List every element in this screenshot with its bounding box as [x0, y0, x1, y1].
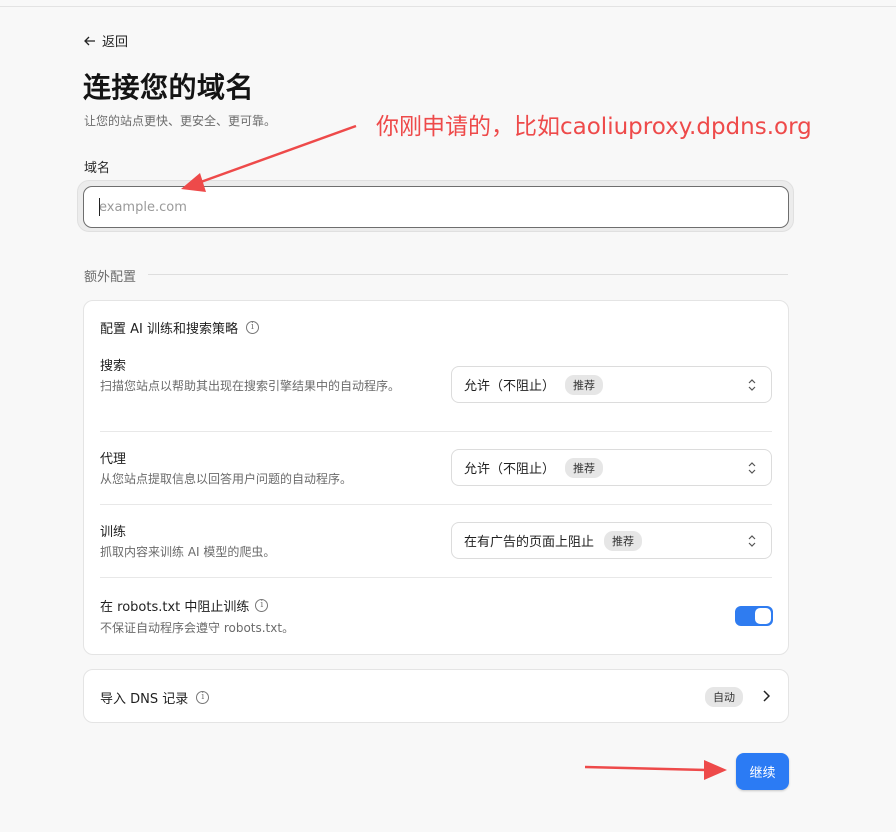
robots-row-title-text: 在 robots.txt 中阻止训练 — [100, 600, 250, 615]
row-divider — [100, 577, 772, 578]
training-row-title: 训练 — [100, 525, 127, 540]
continue-button[interactable]: 继续 — [736, 753, 789, 790]
page-title: 连接您的域名 — [83, 71, 255, 104]
info-icon[interactable]: i — [196, 691, 210, 704]
chevron-up-down-icon — [748, 462, 756, 474]
ai-policy-title-text: 配置 AI 训练和搜索策略 — [100, 322, 238, 337]
agent-row-title: 代理 — [100, 452, 127, 467]
toggle-knob — [755, 608, 771, 624]
training-policy-value: 在有广告的页面上阻止 — [464, 535, 595, 550]
row-divider — [100, 431, 772, 432]
search-policy-value: 允许（不阻止） — [464, 379, 556, 394]
annotation-arrow-line — [197, 124, 357, 185]
arrow-left-icon — [84, 36, 95, 45]
domain-label: 域名 — [84, 161, 111, 176]
robots-row-description: 不保证自动程序会遵守 robots.txt。 — [100, 621, 295, 635]
import-dns-title-text: 导入 DNS 记录 — [100, 692, 189, 707]
back-label: 返回 — [102, 35, 129, 50]
search-row-title: 搜索 — [100, 359, 127, 374]
ai-policy-title: 配置 AI 训练和搜索策略 i — [100, 318, 259, 337]
agent-policy-select[interactable]: 允许（不阻止） 推荐 — [451, 449, 772, 486]
top-divider — [0, 6, 896, 7]
agent-policy-value: 允许（不阻止） — [464, 462, 556, 477]
extra-config-divider — [148, 274, 788, 275]
recommended-badge: 推荐 — [604, 530, 643, 551]
domain-input[interactable] — [83, 186, 789, 228]
robots-row-title: 在 robots.txt 中阻止训练 i — [100, 596, 269, 615]
search-policy-select[interactable]: 允许（不阻止） 推荐 — [451, 366, 772, 403]
info-icon[interactable]: i — [246, 321, 259, 334]
agent-row-description: 从您站点提取信息以回答用户问题的自动程序。 — [100, 472, 353, 486]
training-policy-select[interactable]: 在有广告的页面上阻止 推荐 — [451, 522, 772, 559]
annotation-text: 你刚申请的，比如caoliuproxy.dpdns.org — [376, 114, 812, 140]
search-row-description: 扫描您站点以帮助其出现在搜索引擎结果中的自动程序。 — [100, 379, 401, 393]
import-dns-title: 导入 DNS 记录 i — [100, 688, 210, 707]
continue-arrow-line — [584, 765, 707, 772]
continue-arrowhead — [704, 760, 727, 780]
auto-badge: 自动 — [705, 687, 743, 707]
chevron-right-icon[interactable] — [762, 690, 770, 702]
extra-config-label: 额外配置 — [84, 270, 137, 285]
recommended-badge: 推荐 — [565, 457, 604, 478]
chevron-up-down-icon — [748, 535, 756, 547]
back-link[interactable]: 返回 — [84, 31, 128, 50]
training-row-description: 抓取内容来训练 AI 模型的爬虫。 — [100, 545, 276, 559]
page-subtitle: 让您的站点更快、更安全、更可靠。 — [84, 114, 277, 128]
text-caret — [99, 198, 100, 216]
row-divider — [100, 504, 772, 505]
recommended-badge: 推荐 — [565, 374, 604, 395]
info-icon[interactable]: i — [255, 599, 269, 612]
chevron-up-down-icon — [748, 379, 756, 391]
robots-block-toggle[interactable] — [735, 606, 773, 626]
